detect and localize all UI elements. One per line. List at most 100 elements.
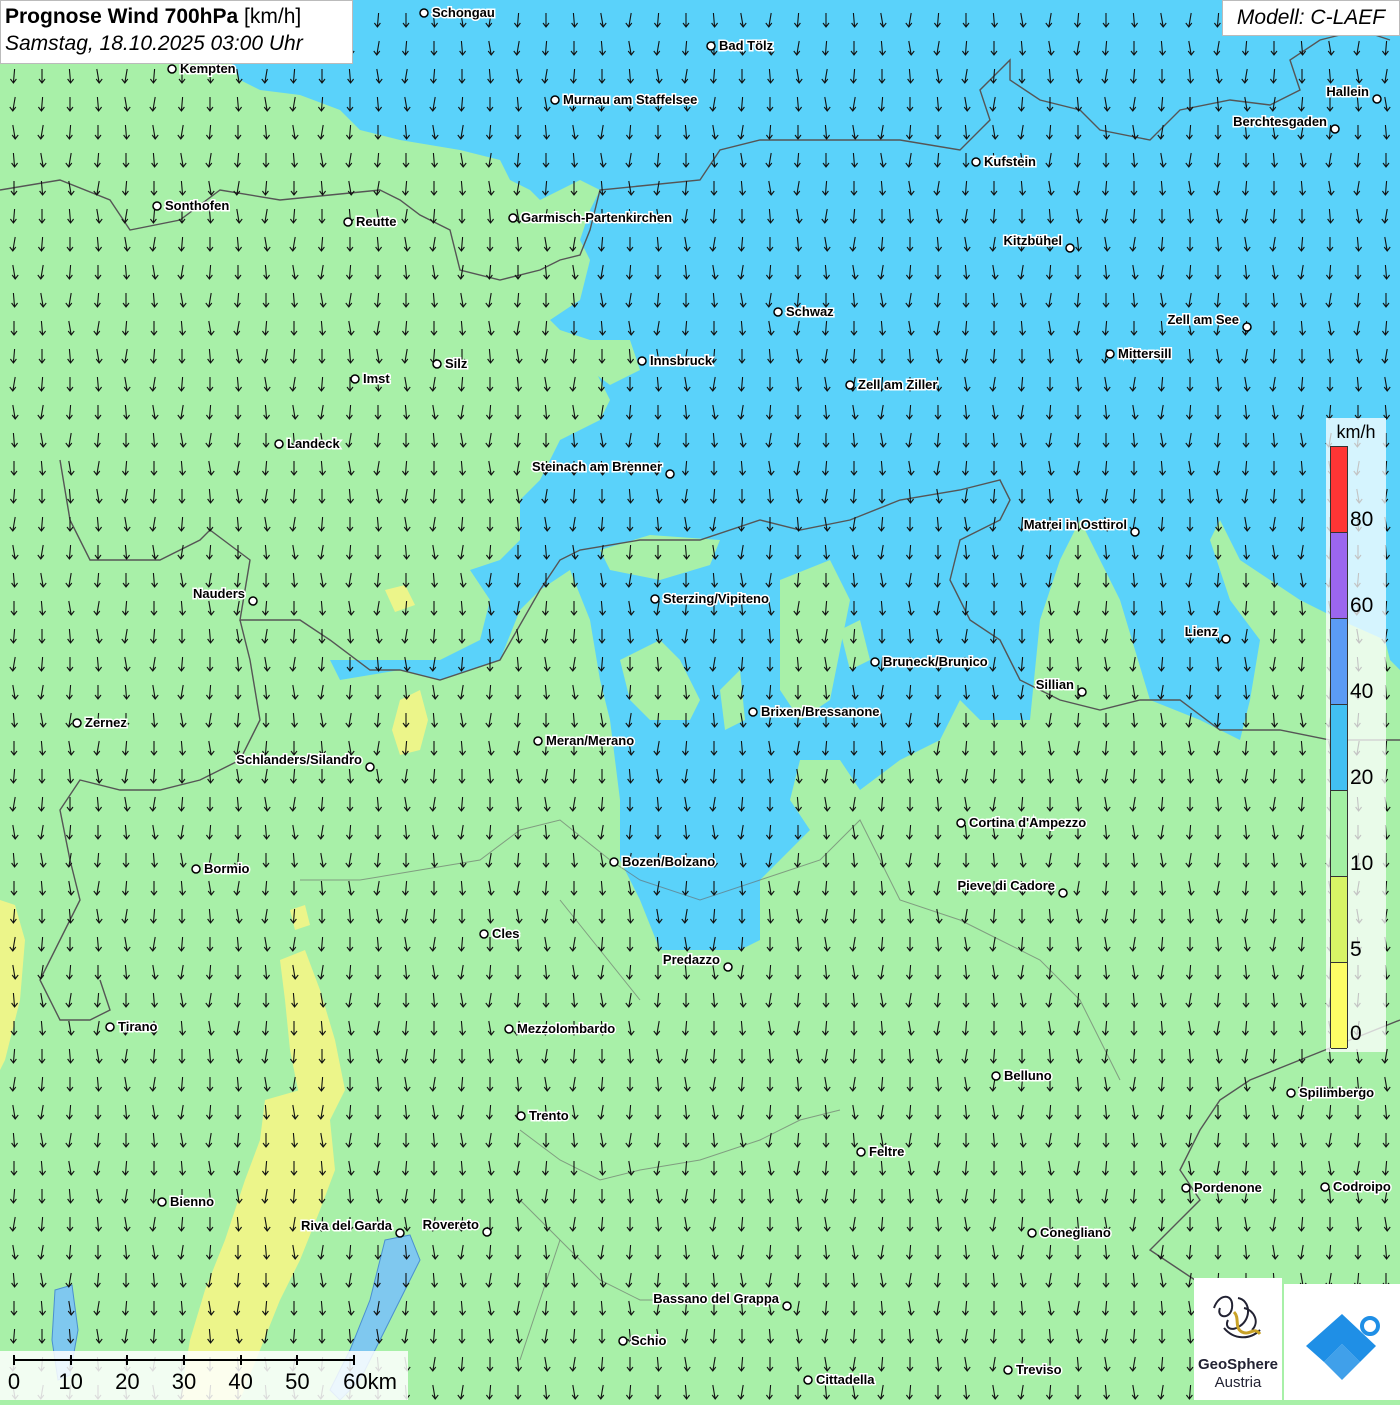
city-label: Bassano del Grappa <box>653 1291 779 1306</box>
city-label: Treviso <box>1016 1362 1062 1377</box>
geosphere-logo: GeoSphere Austria <box>1194 1278 1282 1400</box>
city-label: Kufstein <box>984 154 1036 169</box>
city-label: Schio <box>631 1333 666 1348</box>
city-marker <box>550 95 560 105</box>
city-label: Silz <box>445 356 468 371</box>
geosphere-name: GeoSphere <box>1197 1356 1279 1373</box>
city-marker <box>395 1228 405 1238</box>
city-label: Pordenone <box>1194 1180 1262 1195</box>
city-label: Innsbruck <box>650 353 713 368</box>
city-label: Reutte <box>356 214 396 229</box>
legend-swatch <box>1331 963 1347 1049</box>
city-marker <box>508 213 518 223</box>
city-marker <box>1130 527 1140 537</box>
scale-label: 20 <box>115 1369 140 1394</box>
city-marker <box>479 929 489 939</box>
weather-app-logo[interactable] <box>1284 1284 1400 1400</box>
city-marker <box>723 962 733 972</box>
forecast-title-text: Prognose Wind 700hPa <box>5 5 239 28</box>
city-label: Belluno <box>1004 1068 1052 1083</box>
geosphere-emblem-icon <box>1213 1295 1262 1339</box>
city-marker <box>72 718 82 728</box>
city-label: Steinach am Brenner <box>532 459 662 474</box>
scale-tick <box>69 1355 72 1365</box>
city-marker <box>1320 1182 1330 1192</box>
city-marker <box>248 596 258 606</box>
city-label: Imst <box>363 371 390 386</box>
scale-label: 40 <box>228 1369 253 1394</box>
city-label: Mezzolombardo <box>517 1021 615 1036</box>
city-marker <box>533 736 543 746</box>
city-label: Hallein <box>1326 84 1369 99</box>
city-label: Murnau am Staffelsee <box>563 92 697 107</box>
app-house-icon <box>1306 1314 1380 1380</box>
scale-tick <box>296 1355 299 1365</box>
city-marker <box>1003 1365 1013 1375</box>
city-label: Predazzo <box>663 952 720 967</box>
city-marker <box>1065 243 1075 253</box>
city-label: Spilimbergo <box>1299 1085 1374 1100</box>
scale-tick <box>13 1355 15 1365</box>
city-marker <box>637 356 647 366</box>
city-label: Cortina d'Ampezzo <box>969 815 1086 830</box>
city-label: Garmisch-Partenkirchen <box>521 210 672 225</box>
wind-map: SchongauBad TölzKemptenMurnau am Staffel… <box>0 0 1400 1400</box>
city-marker <box>856 1147 866 1157</box>
city-marker <box>432 359 442 369</box>
city-marker <box>1077 687 1087 697</box>
city-label: Lienz <box>1185 624 1219 639</box>
legend-label: 40 <box>1350 680 1374 703</box>
city-marker <box>167 64 177 74</box>
city-label: Matrei in Osttirol <box>1024 517 1127 532</box>
city-marker <box>1221 634 1231 644</box>
city-label: Zernez <box>85 715 127 730</box>
city-label: Riva del Garda <box>301 1218 393 1233</box>
city-marker <box>350 374 360 384</box>
legend-label: 5 <box>1350 938 1362 961</box>
city-marker <box>773 307 783 317</box>
city-label: Codroipo <box>1333 1179 1391 1194</box>
city-marker <box>748 707 758 717</box>
legend-label: 20 <box>1350 766 1374 789</box>
city-marker <box>157 1197 167 1207</box>
city-marker <box>803 1375 813 1385</box>
city-label: Sterzing/Vipiteno <box>663 591 769 606</box>
city-label: Sonthofen <box>165 198 229 213</box>
city-label: Schongau <box>432 5 495 20</box>
city-label: Feltre <box>869 1144 904 1159</box>
city-marker <box>419 8 429 18</box>
city-marker <box>782 1301 792 1311</box>
city-marker <box>1058 888 1068 898</box>
city-label: Trento <box>529 1108 569 1123</box>
legend-swatch <box>1331 619 1347 705</box>
city-label: Meran/Merano <box>546 733 634 748</box>
scale-tick <box>353 1355 355 1365</box>
city-marker <box>1242 322 1252 332</box>
legend-swatch <box>1331 791 1347 877</box>
city-marker <box>1181 1183 1191 1193</box>
city-marker <box>609 857 619 867</box>
city-marker <box>274 439 284 449</box>
city-label: Pieve di Cadore <box>957 878 1055 893</box>
city-marker <box>618 1336 628 1346</box>
model-label: Modell: C-LAEF <box>1222 0 1400 36</box>
city-marker <box>650 594 660 604</box>
city-label: Bad Tölz <box>719 38 774 53</box>
city-marker <box>1330 124 1340 134</box>
forecast-unit: [km/h] <box>244 5 302 28</box>
city-label: Bienno <box>170 1194 214 1209</box>
legend-label: 80 <box>1350 508 1374 531</box>
city-label: Kitzbühel <box>1004 233 1063 248</box>
city-marker <box>845 380 855 390</box>
city-marker <box>105 1022 115 1032</box>
legend-swatch <box>1331 447 1347 533</box>
city-marker <box>870 657 880 667</box>
city-label: Bozen/Bolzano <box>622 854 715 869</box>
city-marker <box>365 762 375 772</box>
city-marker <box>1286 1088 1296 1098</box>
city-label: Mittersill <box>1118 346 1171 361</box>
city-label: Landeck <box>287 436 341 451</box>
forecast-title: Prognose Wind 700hPa [km/h] <box>5 4 348 30</box>
forecast-header: Prognose Wind 700hPa [km/h] Samstag, 18.… <box>0 0 353 64</box>
city-label: Schlanders/Silandro <box>236 752 362 767</box>
